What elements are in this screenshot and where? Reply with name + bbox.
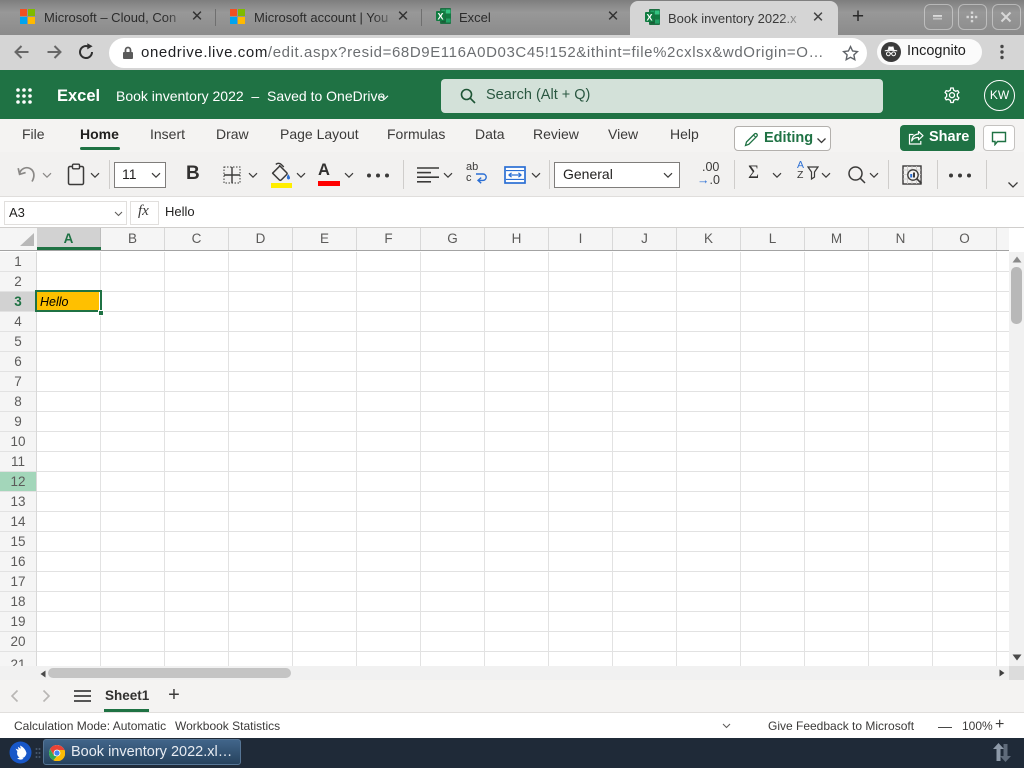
svg-text:X: X — [437, 12, 443, 22]
svg-text:X: X — [646, 13, 652, 23]
